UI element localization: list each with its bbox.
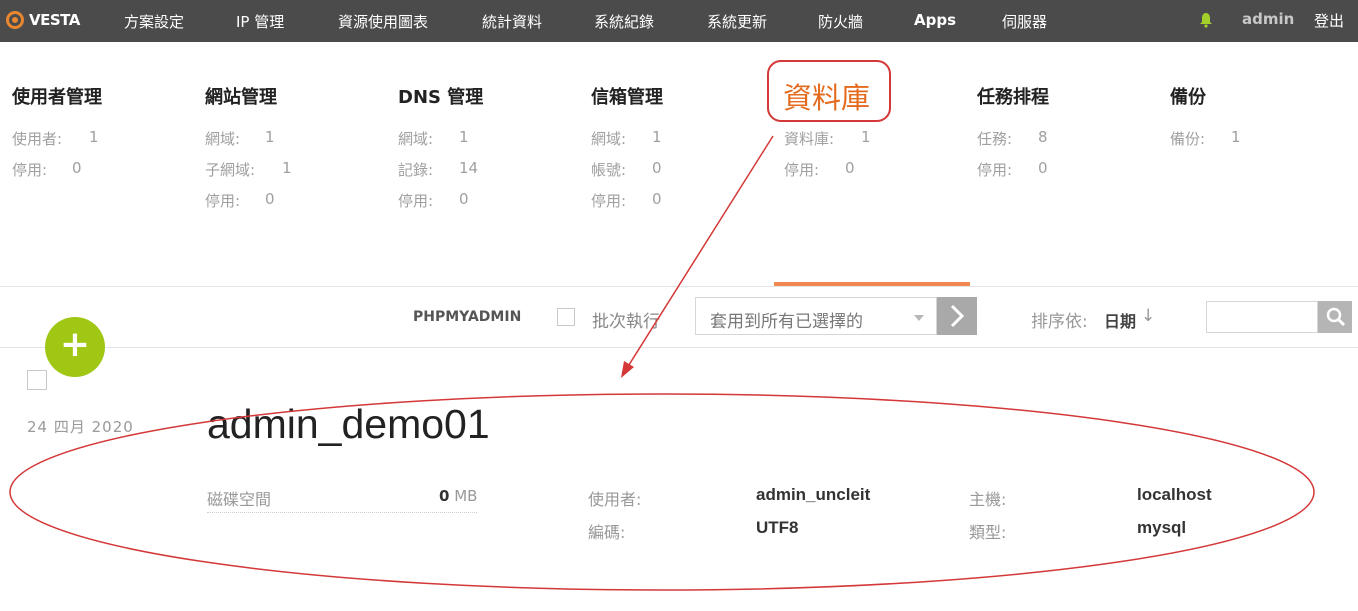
phpmyadmin-link[interactable]: PHPMYADMIN xyxy=(413,309,521,325)
stat-value: 1 xyxy=(89,128,99,146)
search-icon xyxy=(1326,307,1346,327)
vesta-logo[interactable]: VESTA xyxy=(6,8,80,32)
stats-web-title[interactable]: 網站管理 xyxy=(205,83,277,108)
plus-icon: + xyxy=(59,324,91,365)
stat-value: 0 xyxy=(72,159,82,177)
bulk-action-select-value: 套用到所有已選擇的 xyxy=(710,312,863,332)
stat-label: 停用: xyxy=(784,161,820,179)
stat-value: 1 xyxy=(1231,128,1241,146)
top-navigation-bar: VESTA 方案設定 IP 管理 資源使用圖表 統計資料 系統紀錄 系統更新 防… xyxy=(0,0,1358,42)
db-type-value: mysql xyxy=(1137,518,1187,537)
nav-graphs[interactable]: 資源使用圖表 xyxy=(338,11,428,32)
disk-label: 磁碟空間 xyxy=(207,490,272,509)
nav-apps[interactable]: Apps xyxy=(914,11,956,29)
db-user-value: admin_uncleit xyxy=(756,485,871,504)
bulk-select-checkbox[interactable] xyxy=(557,308,575,326)
stat-value: 1 xyxy=(282,159,292,177)
stats-cron-title[interactable]: 任務排程 xyxy=(977,83,1049,108)
stat-value: 0 xyxy=(652,190,662,208)
stats-db-title-highlight[interactable]: 資料庫 xyxy=(767,60,891,122)
stat-label: 停用: xyxy=(977,161,1013,179)
stat-value: 0 xyxy=(459,190,469,208)
record-checkbox[interactable] xyxy=(27,370,47,390)
stat-value: 8 xyxy=(1038,128,1048,146)
stat-label: 子網域: xyxy=(205,161,256,179)
logout-link[interactable]: 登出 xyxy=(1314,10,1344,31)
sort-direction-icon[interactable]: ↓ xyxy=(1141,306,1155,326)
stat-value: 1 xyxy=(459,128,469,146)
stat-label: 網域: xyxy=(398,130,434,148)
vesta-logo-text: VESTA xyxy=(29,11,80,29)
stat-label: 備份: xyxy=(1170,130,1206,148)
stat-value: 1 xyxy=(861,128,871,146)
db-host-value: localhost xyxy=(1137,485,1212,504)
stats-cron[interactable]: 任務排程 任務: 8 停用: 0 xyxy=(977,83,1049,179)
disk-value: 0 xyxy=(439,487,450,505)
stats-users[interactable]: 使用者管理 使用者: 1 停用: 0 xyxy=(12,83,102,179)
stat-label: 使用者: xyxy=(12,130,63,148)
stat-value: 0 xyxy=(845,159,855,177)
stat-value: 0 xyxy=(1038,159,1048,177)
search-input[interactable] xyxy=(1206,301,1318,333)
disk-usage: 0 MB xyxy=(439,487,477,505)
stats-db-title[interactable]: 資料庫 xyxy=(783,75,870,117)
stat-label: 停用: xyxy=(398,192,434,210)
stats-dns-title[interactable]: DNS 管理 xyxy=(398,83,483,108)
stats-dns[interactable]: DNS 管理 網域: 1 記錄: 14 停用: 0 xyxy=(398,83,483,210)
database-name[interactable]: admin_demo01 xyxy=(207,401,490,448)
stat-label: 網域: xyxy=(591,130,627,148)
stats-mail[interactable]: 信箱管理 網域: 1 帳號: 0 停用: 0 xyxy=(591,83,663,210)
stat-value: 0 xyxy=(652,159,662,177)
stat-value: 1 xyxy=(652,128,662,146)
disk-unit: MB xyxy=(454,487,478,505)
apply-bulk-button[interactable] xyxy=(937,297,977,335)
db-host-label: 主機: xyxy=(969,490,1007,509)
nav-updates[interactable]: 系統更新 xyxy=(707,11,767,32)
stat-label: 網域: xyxy=(205,130,241,148)
divider xyxy=(0,286,1358,287)
sort-by-date-button[interactable]: 日期 xyxy=(1104,308,1136,332)
annotation-arrow-head xyxy=(621,361,634,378)
user-link[interactable]: admin xyxy=(1242,10,1294,28)
disk-divider xyxy=(207,512,477,513)
stat-label: 停用: xyxy=(591,192,627,210)
stats-users-title[interactable]: 使用者管理 xyxy=(12,83,102,108)
stat-value: 0 xyxy=(265,190,275,208)
bulk-action-label: 批次執行 xyxy=(592,312,660,332)
search-button[interactable] xyxy=(1318,301,1352,333)
record-date: 24 四月 2020 xyxy=(27,418,134,436)
stat-label: 停用: xyxy=(12,161,48,179)
stat-label: 記錄: xyxy=(398,161,434,179)
db-encoding-label: 編碼: xyxy=(588,523,626,542)
stats-backup[interactable]: 備份 備份: 1 xyxy=(1170,83,1241,148)
vesta-logo-icon xyxy=(6,11,24,29)
stat-label: 資料庫: xyxy=(784,130,835,148)
bulk-action-select[interactable]: 套用到所有已選擇的 xyxy=(695,297,937,335)
nav-ip[interactable]: IP 管理 xyxy=(236,11,284,32)
nav-log[interactable]: 系統紀錄 xyxy=(594,11,654,32)
sort-label: 排序依: xyxy=(1031,312,1088,332)
nav-firewall[interactable]: 防火牆 xyxy=(818,11,863,32)
stats-mail-title[interactable]: 信箱管理 xyxy=(591,83,663,108)
divider xyxy=(0,347,1358,348)
stat-label: 停用: xyxy=(205,192,241,210)
stat-value: 14 xyxy=(459,159,479,177)
highlight-ellipse xyxy=(9,393,1315,591)
chevron-down-icon xyxy=(914,315,924,321)
db-user-label: 使用者: xyxy=(588,490,642,509)
chevron-right-icon xyxy=(950,304,965,328)
nav-server[interactable]: 伺服器 xyxy=(1002,11,1047,32)
nav-statistics[interactable]: 統計資料 xyxy=(482,11,542,32)
stats-backup-title[interactable]: 備份 xyxy=(1170,83,1206,108)
db-encoding-value: UTF8 xyxy=(756,518,799,537)
stats-web[interactable]: 網站管理 網域: 1 子網域: 1 停用: 0 xyxy=(205,83,292,210)
stat-label: 任務: xyxy=(977,130,1013,148)
add-database-button[interactable]: + xyxy=(45,317,105,377)
nav-packages[interactable]: 方案設定 xyxy=(124,11,184,32)
db-type-label: 類型: xyxy=(969,523,1007,542)
stat-value: 1 xyxy=(265,128,275,146)
stat-label: 帳號: xyxy=(591,161,627,179)
bell-icon[interactable] xyxy=(1199,12,1213,28)
